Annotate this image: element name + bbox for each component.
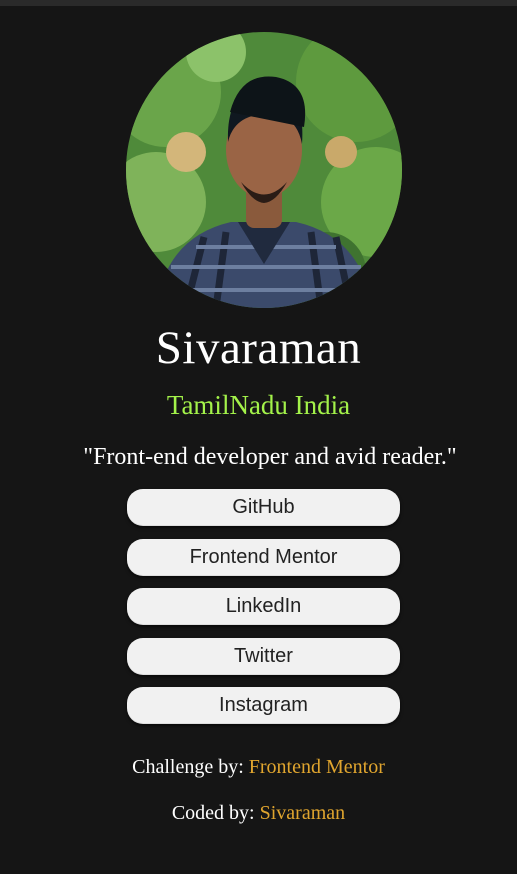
coded-prefix: Coded by: <box>171 802 255 824</box>
challenge-prefix: Challenge by: <box>132 756 244 778</box>
frontend-mentor-button[interactable]: Frontend Mentor <box>127 538 400 576</box>
coded-link[interactable]: Sivaraman <box>260 802 346 824</box>
github-button[interactable]: GitHub <box>127 489 400 526</box>
profile-bio: "Front-end developer and avid reader." <box>83 444 457 470</box>
profile-name: Sivaraman <box>155 322 362 374</box>
avatar-photo <box>126 32 402 308</box>
linkedin-button[interactable]: LinkedIn <box>127 588 400 625</box>
top-strip <box>0 0 517 6</box>
challenge-link[interactable]: Frontend Mentor <box>249 756 385 778</box>
instagram-button[interactable]: Instagram <box>127 687 400 724</box>
social-links: GitHub Frontend Mentor LinkedIn Twitter … <box>127 489 400 737</box>
coded-credit: Coded by: Sivaraman <box>0 800 517 826</box>
twitter-button[interactable]: Twitter <box>127 637 400 675</box>
avatar <box>126 32 402 308</box>
challenge-credit: Challenge by: Frontend Mentor <box>0 754 517 780</box>
profile-location: TamilNadu India <box>166 390 351 420</box>
